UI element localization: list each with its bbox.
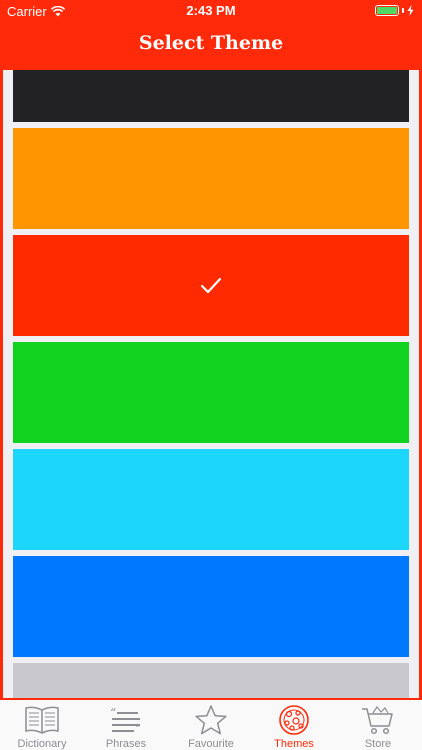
tab-label-dictionary: Dictionary [17,738,67,750]
theme-swatch-gray[interactable] [13,663,409,698]
svg-text:“: “ [110,706,116,720]
theme-list[interactable] [0,70,422,698]
theme-swatch-red[interactable] [13,235,409,336]
header: Carrier 2:43 PM Select Theme [0,0,422,70]
svg-text:”: ” [135,722,141,736]
battery-icon [375,5,399,16]
theme-swatch-dark[interactable] [13,70,409,122]
palette-icon [279,705,309,735]
status-time: 2:43 PM [186,3,236,18]
theme-swatch-blue[interactable] [13,556,409,657]
tab-bar: Dictionary “ ” Phrases Favourite Themes [0,698,422,750]
theme-swatch-orange[interactable] [13,128,409,229]
tab-label-themes: Themes [274,738,314,750]
tab-favourite[interactable]: Favourite [172,700,250,750]
star-icon [195,705,227,735]
tab-dictionary[interactable]: Dictionary [4,700,80,750]
charging-icon [407,5,414,16]
tab-themes[interactable]: Themes [256,700,332,750]
page-title: Select Theme [138,32,284,54]
battery-cap [402,8,404,13]
tab-phrases[interactable]: “ ” Phrases [88,700,164,750]
theme-swatch-cyan[interactable] [13,449,409,550]
tab-label-phrases: Phrases [105,738,147,750]
tab-label-store: Store [364,738,392,750]
cart-icon [362,705,393,735]
book-icon [25,706,59,734]
tab-store[interactable]: Store [340,700,416,750]
checkmark-icon [200,277,222,294]
tab-label-favourite: Favourite [188,738,234,750]
status-bar: Carrier 2:43 PM [0,0,422,24]
battery-indicator [375,5,414,16]
quote-icon: “ ” [110,706,141,736]
theme-swatch-green[interactable] [13,342,409,443]
